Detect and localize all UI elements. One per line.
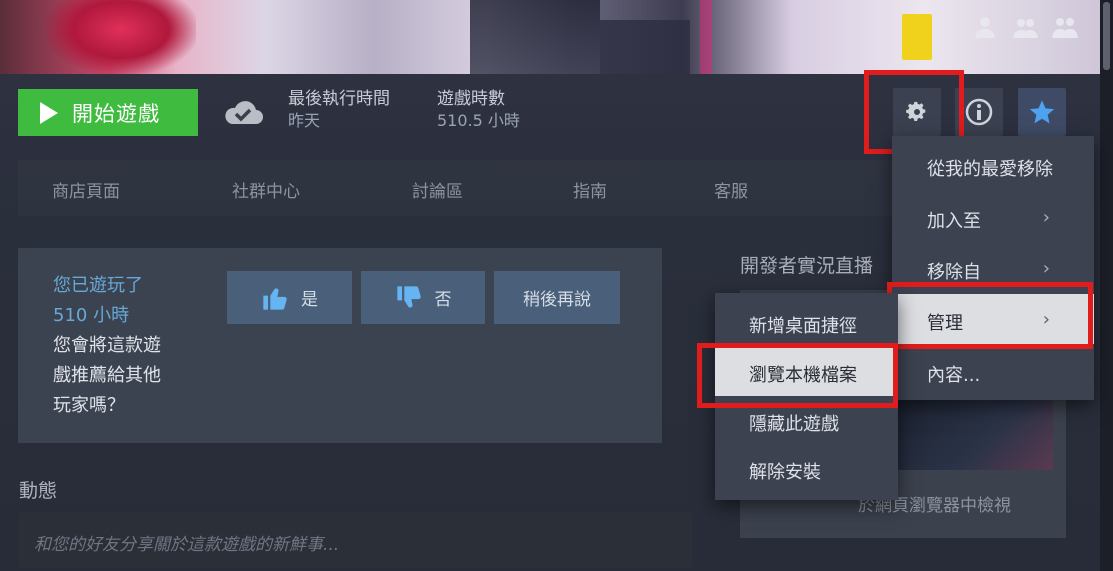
menu-remove-from[interactable]: 移除自 › [892,243,1094,293]
activity-share-input[interactable]: 和您的好友分享關於這款遊戲的新鮮事... [18,512,692,568]
playtime-label: 遊戲時數 [437,89,505,109]
recommend-no-button[interactable]: 否 [361,271,485,324]
yes-label: 是 [301,290,318,310]
play-button-label: 開始遊戲 [72,102,160,126]
game-nav-bar: 商店頁面 社群中心 討論區 指南 客服 [18,160,978,216]
last-run-value: 昨天 [288,111,321,130]
no-label: 否 [434,290,452,310]
recommend-yes-button[interactable]: 是 [227,271,352,324]
activity-title: 動態 [19,480,58,502]
steam-game-page: { "header": { "play_label": "開始遊戲", "las… [0,0,1113,571]
hero-building-art [470,0,600,74]
chevron-right-icon: › [1042,258,1050,279]
hero-character-art [46,0,196,74]
submenu-hide-game-label: 隱藏此遊戲 [749,414,839,435]
menu-manage[interactable]: 管理 › [892,294,1094,344]
menu-remove-from-label: 移除自 [927,262,981,283]
hero-building-art-2 [600,20,690,74]
developer-stream-title: 開發者實況直播 [740,255,874,277]
friends-icons [972,14,1078,40]
submenu-browse-local-files[interactable]: 瀏覽本機檔案 [715,348,898,396]
thumbs-down-icon [396,285,421,308]
submenu-uninstall[interactable]: 解除安裝 [715,445,898,493]
hero-banner [0,0,1100,74]
recommend-later-button[interactable]: 稍後再說 [494,271,620,324]
friends-icon[interactable] [1012,14,1038,40]
question-line-3: 玩家嗎？ [53,395,125,416]
menu-add-to-label: 加入至 [927,211,981,232]
menu-remove-favorite-label: 從我的最愛移除 [927,159,1053,180]
chevron-right-icon: › [1042,207,1050,228]
nav-guides[interactable]: 指南 [573,177,607,202]
question-line-1: 您會將這款遊 [53,335,161,356]
scrollbar[interactable] [1100,0,1113,571]
favorite-button[interactable] [1018,88,1066,136]
menu-properties[interactable]: 內容... [892,346,1094,396]
played-line-1: 您已遊玩了 [53,275,143,296]
submenu-add-desktop-shortcut[interactable]: 新增桌面捷徑 [715,299,898,347]
cloud-check-icon [222,94,264,130]
info-button[interactable] [955,88,1003,136]
friend-icon[interactable] [972,14,998,40]
played-line-2: 510 小時 [53,305,130,326]
info-icon [965,98,993,126]
thumbs-up-icon [263,287,287,310]
last-run-label: 最後執行時間 [288,89,390,109]
play-icon [40,101,58,124]
hero-neon-light [700,0,712,74]
menu-add-to[interactable]: 加入至 › [892,192,1094,242]
chevron-right-icon: › [1042,309,1050,330]
recommend-text: 您已遊玩了 510 小時 您會將這款遊 戲推薦給其他 玩家嗎？ [53,271,223,421]
menu-manage-label: 管理 [927,313,963,334]
submenu-hide-game[interactable]: 隱藏此遊戲 [715,397,898,445]
question-line-2: 戲推薦給其他 [53,365,161,386]
nav-discussions[interactable]: 討論區 [412,177,463,202]
menu-remove-favorite[interactable]: 從我的最愛移除 [892,140,1094,190]
settings-context-menu: 從我的最愛移除 加入至 › 移除自 › 管理 › 內容... [892,136,1094,400]
hero-gold-object [902,14,932,60]
submenu-add-desktop-shortcut-label: 新增桌面捷徑 [749,316,857,337]
menu-properties-label: 內容... [927,365,981,386]
last-run-stat: 最後執行時間 昨天 [288,88,390,132]
play-button[interactable]: 開始遊戲 [18,89,198,136]
gear-icon [906,101,926,121]
nav-community-hub[interactable]: 社群中心 [232,177,300,202]
settings-button[interactable] [893,88,941,136]
manage-submenu: 新增桌面捷徑 瀏覽本機檔案 隱藏此遊戲 解除安裝 [715,293,898,500]
playtime-stat: 遊戲時數 510.5 小時 [437,88,520,132]
star-icon [1029,100,1055,124]
scrollbar-thumb[interactable] [1103,2,1110,70]
playtime-value: 510.5 小時 [437,111,520,130]
group-icon[interactable] [1052,14,1078,40]
later-label: 稍後再說 [523,290,591,310]
nav-support[interactable]: 客服 [714,177,748,202]
submenu-browse-local-files-label: 瀏覽本機檔案 [749,365,857,386]
submenu-uninstall-label: 解除安裝 [749,462,821,483]
nav-store-page[interactable]: 商店頁面 [52,177,120,202]
